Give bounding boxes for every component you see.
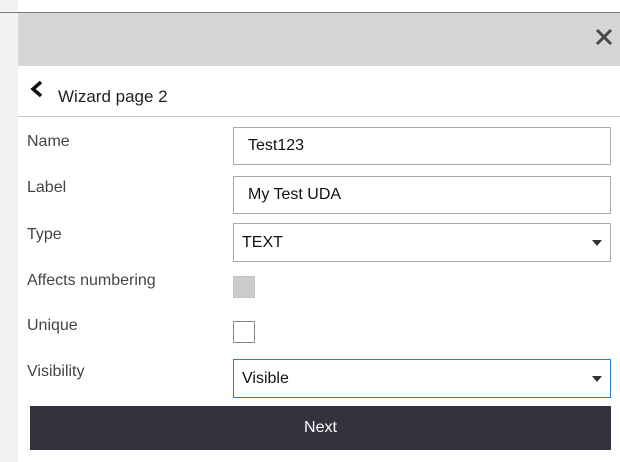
visibility-label: Visibility	[27, 363, 85, 380]
visibility-select[interactable]: Visible	[233, 359, 611, 398]
close-icon[interactable]	[596, 29, 612, 45]
affects-numbering-label: Affects numbering	[27, 272, 156, 289]
label-label: Label	[27, 179, 67, 196]
label-field[interactable]: My Test UDA	[233, 176, 611, 214]
name-label: Name	[27, 133, 70, 150]
visibility-select-value: Visible	[242, 370, 289, 387]
type-select[interactable]: TEXT	[233, 223, 611, 262]
chevron-down-icon	[592, 376, 602, 382]
name-field[interactable]: Test123	[233, 127, 611, 165]
dialog-titlebar	[18, 13, 620, 66]
type-label: Type	[27, 226, 62, 243]
window-left-edge	[0, 0, 18, 462]
type-select-value: TEXT	[242, 234, 283, 251]
chevron-left-icon[interactable]	[30, 81, 44, 97]
wizard-page-title: Wizard page 2	[58, 87, 168, 106]
affects-numbering-checkbox[interactable]	[233, 276, 255, 298]
header-divider	[18, 116, 620, 117]
chevron-down-icon	[592, 240, 602, 246]
unique-checkbox[interactable]	[233, 321, 255, 343]
unique-label: Unique	[27, 317, 78, 334]
wizard-header: Wizard page 2	[18, 66, 620, 116]
next-button[interactable]: Next	[30, 406, 611, 450]
